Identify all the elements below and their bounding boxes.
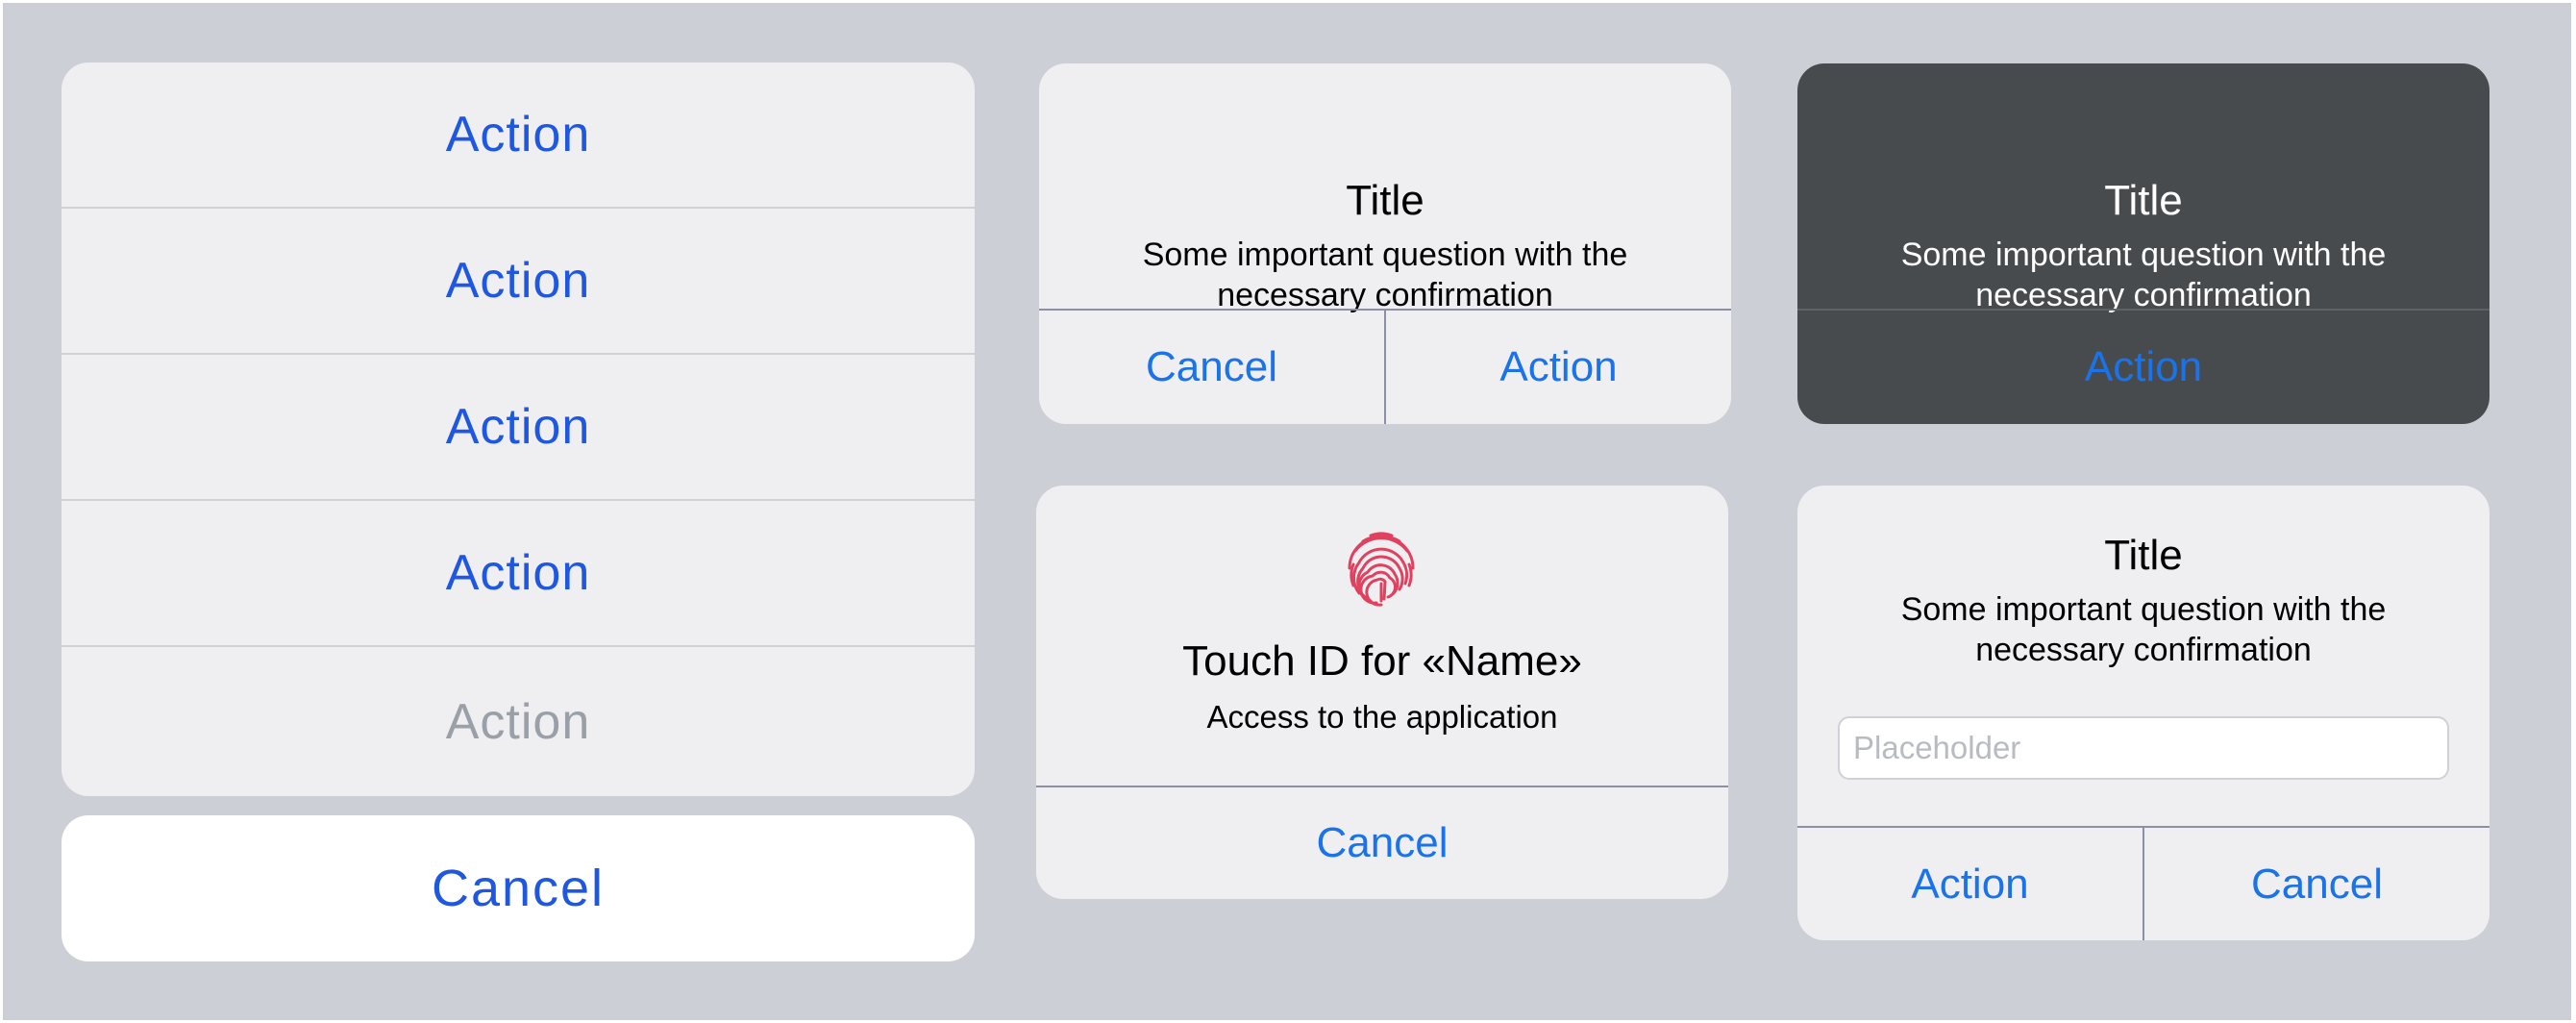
alert-message: Some important question with the necessa… bbox=[1797, 589, 2489, 670]
alert-title: Title bbox=[2104, 177, 2183, 224]
action-sheet-cancel-button[interactable]: Cancel bbox=[62, 815, 975, 961]
action-sheet-item-disabled: Action bbox=[445, 693, 591, 750]
alert-title: Title bbox=[2104, 532, 2183, 579]
action-button[interactable]: Action bbox=[1797, 311, 2489, 424]
cancel-button[interactable]: Cancel bbox=[1039, 311, 1384, 424]
alert-button-row: Action Cancel bbox=[1797, 826, 2489, 940]
alert-button-row: Cancel bbox=[1036, 786, 1728, 899]
fingerprint-icon bbox=[1348, 532, 1415, 607]
alert-title: Touch ID for «Name» bbox=[1182, 637, 1582, 685]
action-sheet: Action Action Action Action Action bbox=[62, 62, 975, 796]
alert-message-line: Some important question with the bbox=[1900, 591, 2387, 628]
cancel-button[interactable]: Cancel bbox=[1036, 787, 1728, 899]
alert-message: Some important question with the necessa… bbox=[1039, 235, 1731, 315]
cancel-button[interactable]: Cancel bbox=[2143, 828, 2489, 940]
alert-title: Title bbox=[1346, 177, 1424, 224]
alert-button-row: Cancel Action bbox=[1039, 309, 1731, 424]
alert-with-input: Title Some important question with the n… bbox=[1797, 486, 2489, 940]
action-button[interactable]: Action bbox=[1384, 311, 1731, 424]
alert-dark: Title Some important question with the n… bbox=[1797, 63, 2489, 424]
alert-message: Some important question with the necessa… bbox=[1797, 235, 2489, 315]
alert-button-row: Action bbox=[1797, 309, 2489, 424]
alert-message-line: Some important question with the bbox=[1900, 237, 2387, 273]
action-sheet-item[interactable]: Action bbox=[62, 62, 975, 209]
alert-message-line: necessary confirmation bbox=[1975, 632, 2312, 668]
action-sheet-item[interactable]: Action bbox=[62, 501, 975, 647]
action-sheet-item[interactable]: Action bbox=[62, 355, 975, 501]
alert-touch-id: Touch ID for «Name» Access to the applic… bbox=[1036, 486, 1728, 899]
action-sheet-item[interactable]: Action bbox=[62, 209, 975, 355]
alert-two-buttons: Title Some important question with the n… bbox=[1039, 63, 1731, 424]
alert-message: Access to the application bbox=[1206, 699, 1558, 735]
alert-text-field[interactable] bbox=[1838, 716, 2449, 780]
alert-message-line: Some important question with the bbox=[1142, 237, 1628, 273]
action-button[interactable]: Action bbox=[1797, 828, 2143, 940]
